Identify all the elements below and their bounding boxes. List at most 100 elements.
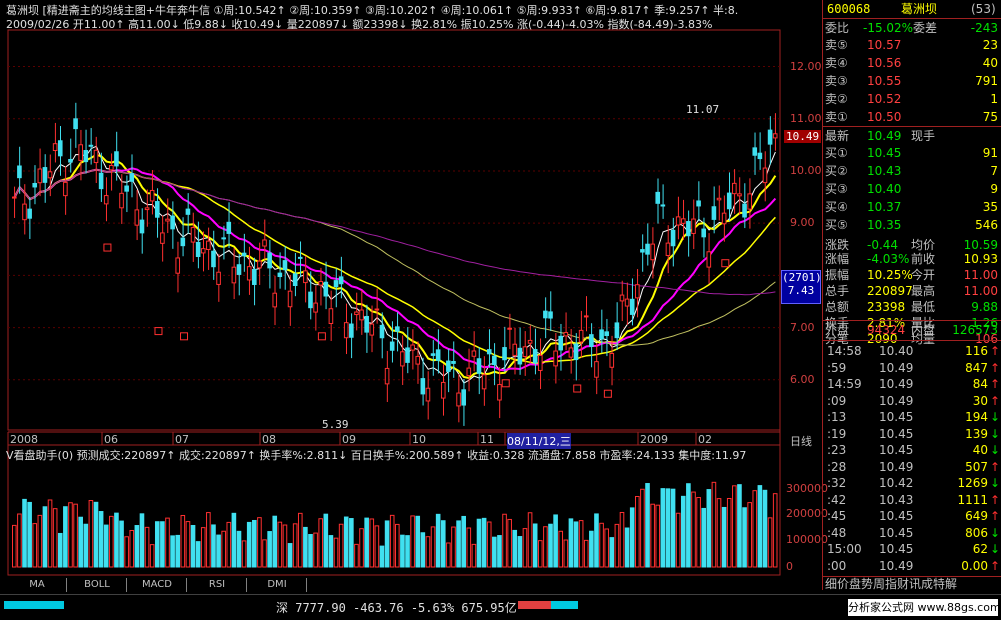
sell-price: 10.50 [867,110,902,124]
quote-row: 卖② 10.52 1 [823,90,1001,108]
arrow-up-icon: ↑ [989,509,1000,523]
candle [354,311,359,316]
tick-price: 10.49 [879,360,914,375]
candle [195,241,201,258]
buy-price: 10.37 [867,200,902,214]
candle [109,164,114,171]
price-tick: 9.00 [790,216,815,230]
tick-time: :13 [827,410,847,424]
volume-bar [680,495,686,568]
volume-bar [563,539,569,568]
volume-bar [721,506,727,568]
volume-bar [665,488,671,568]
candle [512,343,518,356]
quote-bottom-tabs[interactable]: 细价盘势周指财讯成特解 [823,576,1001,591]
kline-chart-area[interactable]: 葛洲坝 [精进斋主的均线主图+牛年奔牛信 ①周:10.542↑ ②周:10.35… [0,0,828,592]
volume-bar [134,525,140,568]
tick-volume: 84 [972,377,988,391]
volume-bar [221,530,226,568]
candle [384,367,390,385]
stock-name: 葛洲坝 [901,2,938,16]
candle [395,326,400,332]
buy-price: 10.40 [867,182,902,196]
candle [517,347,523,365]
tick-price: 10.45 [879,410,914,424]
tick-row: :32 10.42 1269 ↓ [823,475,1001,491]
candle [680,218,686,224]
volume-bar [277,521,283,568]
volume-bar [369,518,375,568]
volume-bar [471,543,477,568]
candle [114,151,119,167]
signal-marker [721,259,730,268]
candle [42,167,48,183]
quote-row: 卖④ 10.56 40 [823,54,1001,72]
tick-time: 15:00 [827,542,862,556]
neipan-value: 126573 [952,323,998,337]
stock-count: (53) [971,2,996,16]
candle [349,323,354,338]
candle [578,329,584,343]
tick-time: 14:59 [827,377,862,391]
candle [93,149,99,164]
quote-row: 买② 10.43 7 [823,162,1001,180]
price-tick: 7.00 [790,320,815,334]
arrow-down-icon: ↓ [989,476,1000,490]
quote-panel: 600068 葛洲坝 (53) 委比 -15.02% 委差 -243 卖⑤ 10.… [822,0,1001,591]
volume-bar [216,534,221,568]
candle [492,355,497,366]
volume-bar [354,543,359,568]
volume-bar [440,520,446,568]
volume-bar [624,527,630,568]
tab-boll[interactable]: BOLL [68,578,127,592]
tick-price: 10.45 [879,525,914,540]
arrow-up-icon: ↑ [989,344,1000,358]
tick-list[interactable]: 14:58 10.40 116 ↑:59 10.49 847 ↑ 14:59 10.49 84 ↑:… [823,340,1001,577]
buy-volume: 35 [982,200,998,214]
volume-bar [78,516,83,568]
tick-volume: 194 [965,410,988,424]
candle [767,129,773,145]
kline-chart[interactable] [0,0,822,580]
candle [323,281,329,297]
volume-bar [22,498,27,568]
arrow-down-icon: ↓ [989,443,1000,457]
sell-volume: 75 [982,110,998,124]
candle [721,212,727,225]
candle [420,378,426,395]
candle [185,208,191,215]
volume-bar [282,524,288,568]
candle [47,171,53,179]
volume-bar [772,493,778,568]
candle [415,355,421,365]
volume-bar [492,536,497,568]
candle [594,361,599,378]
volume-bar [655,504,661,568]
candle [440,381,446,399]
tab-dmi[interactable]: DMI [248,578,307,592]
candle [757,152,763,160]
candle [236,264,242,275]
sell-level-label: 卖⑤ [825,38,848,52]
candle [149,189,155,202]
volume-bar [170,535,175,568]
buy-volume: 91 [982,146,998,160]
candle [655,191,661,204]
tab-rsi[interactable]: RSI [188,578,247,592]
buy-price: 10.35 [867,218,902,232]
date-tick: 09 [342,433,356,446]
volume-bar [609,537,615,568]
price-tick: 11.00 [790,111,822,125]
candle [461,389,466,406]
volume-info: V看盘助手(0) 预测成交:220897↑ 成交:220897↑ 换手率%:2.… [6,449,747,462]
tick-volume: 116 [965,344,988,358]
ohlc-info-line: 2009/02/26 开11.00↑ 高11.00↓ 低9.88↓ 收10.49… [6,16,712,31]
tick-volume: 0.00 [961,558,988,573]
volume-bar [425,536,431,568]
volume-bar [119,520,124,568]
tick-row: 15:00 10.45 62 ↓ [823,541,1001,557]
volume-bar [614,523,620,568]
sell-level-label: 卖④ [825,56,848,70]
tab-ma[interactable]: MA [8,578,67,592]
tab-macd[interactable]: MACD [128,578,187,592]
